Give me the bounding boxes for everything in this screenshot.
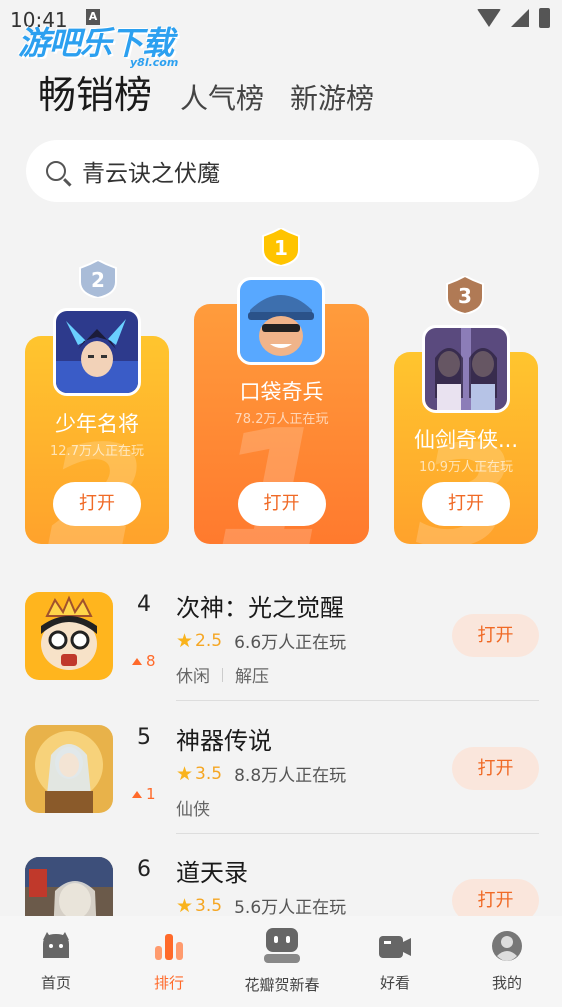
rank-number: 6: [137, 857, 151, 882]
rank-badge-gold: 1: [259, 228, 303, 266]
nav-label: 首页: [40, 974, 71, 992]
game-title: 神器传说: [176, 727, 272, 755]
nav-label: 排行: [153, 974, 184, 992]
divider: [176, 833, 539, 834]
tag: 仙侠: [176, 800, 210, 820]
open-button[interactable]: 打开: [452, 747, 539, 790]
rank-number: 4: [137, 592, 151, 617]
tag-divider: [222, 667, 223, 682]
nav-label: 花瓣贺新春: [244, 976, 320, 994]
home-icon: [43, 932, 69, 958]
game-title: 道天录: [176, 859, 248, 887]
wifi-icon: [477, 9, 501, 27]
search-icon: [46, 161, 66, 181]
watermark-logo: 游吧乐下载 y8l.com: [18, 18, 178, 69]
star-icon: ★: [176, 629, 194, 652]
game-title: 次神：光之觉醒: [176, 594, 344, 622]
open-button[interactable]: 打开: [452, 614, 539, 657]
game-name: 仙剑奇侠...: [413, 428, 519, 452]
search-bar[interactable]: 青云诀之伏魔: [26, 140, 539, 202]
bottom-nav: 首页 排行 花瓣贺新春 好看 我的: [0, 916, 562, 1007]
game-icon-cishen[interactable]: [25, 592, 113, 680]
rank-trend: 8: [132, 652, 156, 670]
rating-value: 3.5: [195, 895, 223, 916]
player-count: 78.2万人正在玩: [234, 412, 329, 427]
game-meta: ★ 2.5 6.6万人正在玩: [176, 628, 347, 654]
nav-ranking[interactable]: 排行: [114, 916, 224, 993]
ranking-icon: [155, 934, 183, 960]
rank-badge-bronze: 3: [443, 276, 487, 314]
game-name: 少年名将: [55, 412, 139, 436]
nav-label: 我的: [491, 974, 522, 992]
nav-festival[interactable]: 花瓣贺新春: [227, 916, 337, 995]
player-count: 6.6万人正在玩: [234, 633, 347, 653]
game-name: 口袋奇兵: [239, 380, 324, 404]
tab-new[interactable]: 新游榜: [290, 77, 374, 117]
list-item[interactable]: 4 8 次神：光之觉醒 ★ 2.5 6.6万人正在玩 休闲 解压 打开: [0, 592, 562, 724]
tab-bestseller[interactable]: 畅销榜: [38, 64, 152, 119]
game-tags: 休闲 解压: [176, 662, 269, 687]
tag: 解压: [235, 667, 269, 687]
search-input[interactable]: 青云诀之伏魔: [82, 154, 220, 188]
battery-icon: [539, 8, 550, 28]
player-count: 10.9万人正在玩: [419, 460, 513, 475]
game-meta: ★ 3.5 5.6万人正在玩: [176, 893, 347, 919]
star-icon: ★: [176, 894, 194, 917]
nav-profile[interactable]: 我的: [452, 916, 562, 993]
nav-label: 好看: [379, 974, 410, 992]
open-button[interactable]: 打开: [422, 482, 510, 526]
player-count: 8.8万人正在玩: [234, 766, 347, 786]
nav-watch[interactable]: 好看: [340, 916, 450, 993]
rating-value: 2.5: [195, 630, 223, 651]
tab-popular[interactable]: 人气榜: [180, 77, 264, 117]
trend-up-icon: [132, 657, 142, 665]
rating-value: 3.5: [195, 763, 223, 784]
video-icon: [379, 936, 411, 958]
nav-home[interactable]: 首页: [1, 916, 111, 993]
game-tags: 仙侠: [176, 795, 210, 820]
status-icons: [477, 8, 550, 28]
open-button[interactable]: 打开: [237, 482, 326, 526]
game-icon-shenqi[interactable]: [25, 725, 113, 813]
tag: 休闲: [176, 667, 210, 687]
profile-icon: [492, 931, 522, 961]
open-button[interactable]: 打开: [53, 482, 141, 526]
game-icon-shaonian[interactable]: [53, 308, 141, 396]
rank-number: 5: [137, 725, 151, 750]
game-icon-xianjian[interactable]: [422, 325, 510, 413]
ranking-tabs: 畅销榜 人气榜 新游榜: [38, 64, 400, 119]
list-item[interactable]: 5 1 神器传说 ★ 3.5 8.8万人正在玩 仙侠 打开: [0, 725, 562, 857]
rank-badge-silver: 2: [76, 260, 120, 298]
game-meta: ★ 3.5 8.8万人正在玩: [176, 761, 347, 787]
robot-icon: [264, 928, 300, 963]
trend-up-icon: [132, 790, 142, 798]
rank-trend: 1: [132, 785, 156, 803]
star-icon: ★: [176, 762, 194, 785]
signal-icon: [511, 9, 529, 27]
player-count: 12.7万人正在玩: [50, 444, 144, 459]
game-icon-koudai[interactable]: [237, 277, 325, 365]
divider: [176, 700, 539, 701]
player-count: 5.6万人正在玩: [234, 898, 347, 918]
